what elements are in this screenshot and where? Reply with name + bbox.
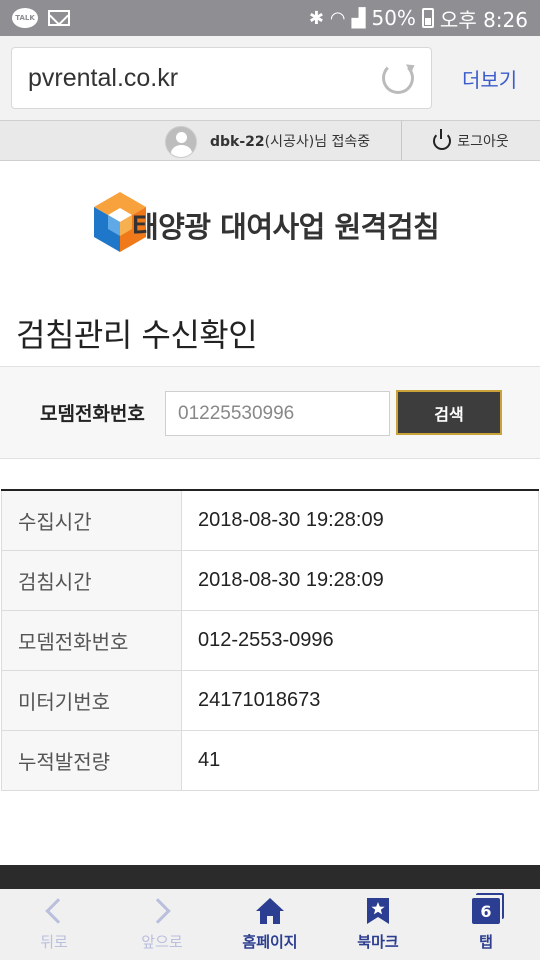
clock: 오후 8:26 [439,7,528,32]
back-label: 뒤로 [40,933,68,951]
table-row: 수집시간 2018-08-30 19:28:09 [1,489,539,551]
browser-bottom-nav: 뒤로 앞으로 홈페이지 북마크 6 탭 [0,889,540,960]
tabs-button[interactable]: 6 탭 [432,889,540,960]
system-indicators: ✱ ◠ ▟ 50% 오후 8:26 [309,4,528,33]
home-button[interactable]: 홈페이지 [216,889,324,960]
bookmark-button[interactable]: 북마크 [324,889,432,960]
search-button[interactable]: 검색 [396,390,502,435]
more-button[interactable]: 더보기 [462,64,517,93]
site-logo[interactable]: 태양광 대여사업 원격검침 [92,190,452,255]
logout-label: 로그아웃 [457,133,509,150]
table-row: 모뎀전화번호 012-2553-0996 [1,609,539,671]
browser-toolbar: pvrental.co.kr 더보기 [0,36,540,120]
tab-count: 6 [472,893,504,924]
forward-label: 앞으로 [141,933,183,951]
session-bar: dbk-22(시공사)님 접속중 로그아웃 [0,120,540,161]
table-row: 미터기번호 24171018673 [1,669,539,731]
back-arrow-icon [41,897,71,925]
forward-arrow-icon [145,897,175,925]
address-bar[interactable]: pvrental.co.kr [11,47,432,109]
notification-icons: TALK [12,8,70,28]
result-table: 수집시간 2018-08-30 19:28:09 검침시간 2018-08-30… [1,489,539,791]
battery-icon [421,8,434,28]
back-button[interactable]: 뒤로 [0,889,108,960]
tabs-label: 탭 [479,933,493,951]
modem-phone-input[interactable] [165,391,390,436]
avatar [165,126,197,158]
table-row: 누적발전량 41 [1,729,539,791]
login-status: dbk-22(시공사)님 접속중 [210,131,370,151]
search-label: 모뎀전화번호 [40,403,145,425]
user-id: dbk-22 [210,134,265,150]
bookmark-label: 북마크 [357,933,399,951]
search-form: 모뎀전화번호 검색 [0,366,540,459]
reload-icon[interactable] [382,62,414,94]
bluetooth-icon: ✱ [308,7,324,29]
page-footer [0,865,540,889]
mail-icon [48,10,70,26]
signal-icon: ▟ [351,7,366,29]
bookmark-icon [366,897,390,925]
row-value: 2018-08-30 19:28:09 [181,549,539,611]
row-label: 누적발전량 [1,729,182,791]
power-icon [433,128,452,150]
home-icon [255,897,285,925]
row-label: 수집시간 [1,489,182,551]
table-row: 검침시간 2018-08-30 19:28:09 [1,549,539,611]
row-label: 검침시간 [1,549,182,611]
row-value: 41 [181,729,539,791]
row-label: 모뎀전화번호 [1,609,182,671]
row-label: 미터기번호 [1,669,182,731]
wifi-icon: ◠ [329,7,346,29]
forward-button[interactable]: 앞으로 [108,889,216,960]
home-label: 홈페이지 [242,933,298,951]
kakaotalk-icon: TALK [12,8,38,28]
status-bar: TALK ✱ ◠ ▟ 50% 오후 8:26 [0,0,540,36]
row-value: 2018-08-30 19:28:09 [181,489,539,551]
battery-percent: 50% [371,6,416,30]
url-text[interactable]: pvrental.co.kr [28,64,178,93]
user-role-status: (시공사)님 접속중 [264,134,371,150]
row-value: 24171018673 [181,669,539,731]
page-title: 검침관리 수신확인 [16,316,258,354]
row-value: 012-2553-0996 [181,609,539,671]
tabs-icon: 6 [472,893,504,925]
logout-button[interactable]: 로그아웃 [402,121,540,160]
logo-text: 태양광 대여사업 원격검침 [132,210,440,244]
